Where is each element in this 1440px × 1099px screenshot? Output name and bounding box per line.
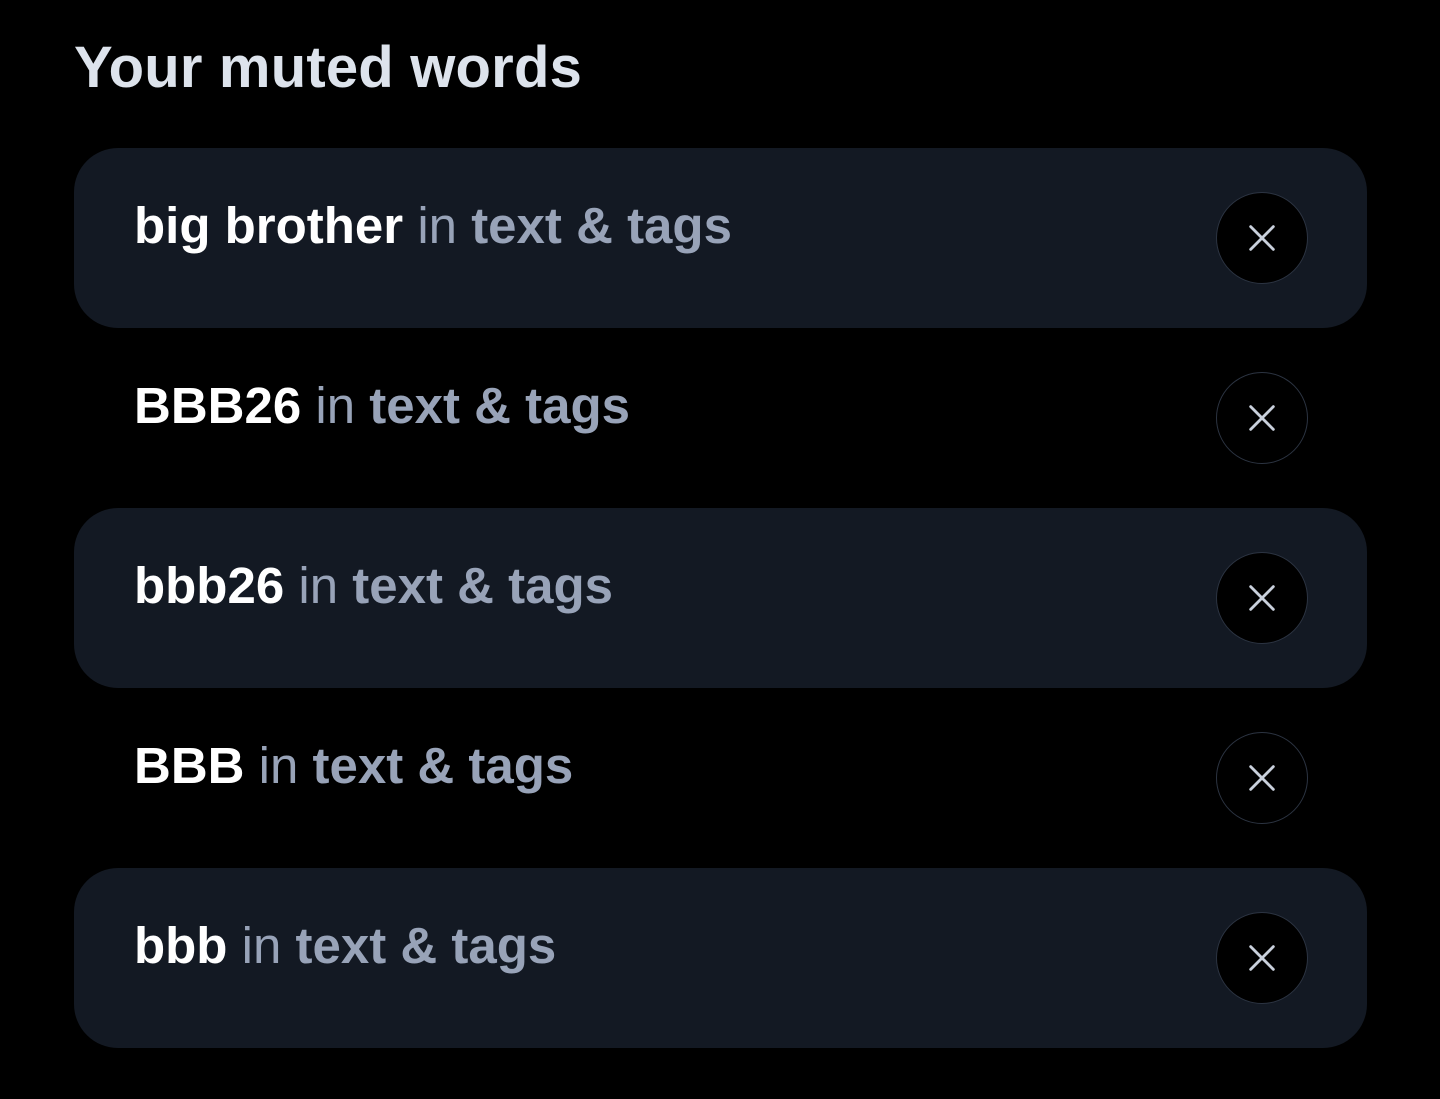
muted-word-target: text & tags: [369, 377, 631, 434]
muted-word-label: BBB26 in text & tags: [134, 374, 630, 438]
muted-word-in-label: in: [315, 377, 356, 434]
muted-words-page: Your muted words big brother in text & t…: [0, 0, 1440, 1099]
remove-muted-word-button[interactable]: [1216, 372, 1308, 464]
muted-word-row: BBB in text & tags: [74, 688, 1367, 868]
muted-word-label: big brother in text & tags: [134, 194, 732, 258]
remove-muted-word-button[interactable]: [1216, 552, 1308, 644]
muted-word-term: big brother: [134, 197, 404, 254]
close-icon: [1249, 225, 1275, 251]
muted-word-term: BBB26: [134, 377, 302, 434]
muted-words-list: big brother in text & tags BBB26 in text…: [74, 148, 1367, 1048]
remove-muted-word-button[interactable]: [1216, 732, 1308, 824]
muted-word-term: BBB: [134, 737, 245, 794]
muted-word-row: BBB26 in text & tags: [74, 328, 1367, 508]
page-title: Your muted words: [74, 35, 583, 100]
muted-word-row: bbb in text & tags: [74, 868, 1367, 1048]
remove-muted-word-button[interactable]: [1216, 192, 1308, 284]
muted-word-target: text & tags: [295, 917, 557, 974]
muted-word-target: text & tags: [471, 197, 732, 254]
muted-word-row: big brother in text & tags: [74, 148, 1367, 328]
muted-word-target: text & tags: [312, 737, 574, 794]
muted-word-in-label: in: [241, 917, 282, 974]
muted-word-in-label: in: [417, 197, 458, 254]
muted-word-target: text & tags: [352, 557, 613, 614]
muted-word-label: bbb26 in text & tags: [134, 554, 613, 618]
muted-word-row: bbb26 in text & tags: [74, 508, 1367, 688]
remove-muted-word-button[interactable]: [1216, 912, 1308, 1004]
muted-word-term: bbb26: [134, 557, 285, 614]
muted-word-term: bbb: [134, 917, 228, 974]
muted-word-in-label: in: [258, 737, 299, 794]
close-icon: [1249, 945, 1275, 971]
muted-word-label: bbb in text & tags: [134, 914, 556, 978]
muted-word-in-label: in: [298, 557, 339, 614]
close-icon: [1249, 405, 1275, 431]
muted-word-label: BBB in text & tags: [134, 734, 573, 798]
close-icon: [1249, 585, 1275, 611]
close-icon: [1249, 765, 1275, 791]
